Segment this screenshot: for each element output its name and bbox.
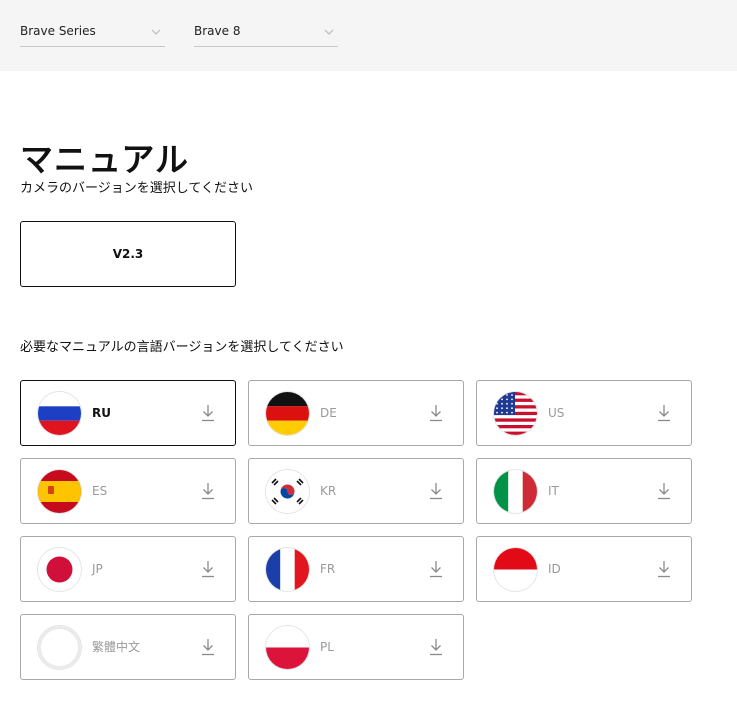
language-label: FR [320, 562, 336, 576]
series-select-value: Brave Series [20, 24, 96, 38]
model-select[interactable]: Brave 8 [194, 20, 338, 47]
download-icon[interactable] [429, 482, 443, 500]
indonesia-flag-icon [494, 548, 537, 591]
spain-flag-icon [38, 470, 81, 513]
language-label: ID [548, 562, 561, 576]
language-label: 繁體中文 [92, 640, 141, 654]
france-flag-icon [266, 548, 309, 591]
download-icon[interactable] [201, 404, 215, 422]
language-card[interactable]: RU [20, 380, 236, 446]
model-select-value: Brave 8 [194, 24, 241, 38]
version-label: V2.3 [112, 247, 144, 261]
version-button[interactable]: V2.3 [20, 221, 236, 287]
language-label: ES [92, 484, 108, 498]
blank-flag-icon [38, 626, 81, 669]
language-label: IT [548, 484, 559, 498]
chevron-down-icon [151, 29, 161, 35]
page-title: マニュアル [20, 140, 190, 179]
italy-flag-icon [494, 470, 537, 513]
language-card[interactable]: 繁體中文 [20, 614, 236, 680]
language-instruction: 必要なマニュアルの言語バージョンを選択してください [20, 340, 344, 355]
language-card[interactable]: US [476, 380, 692, 446]
download-icon[interactable] [657, 482, 671, 500]
version-instruction: カメラのバージョンを選択してください [20, 181, 253, 196]
language-card[interactable]: IT [476, 458, 692, 524]
download-icon[interactable] [429, 560, 443, 578]
download-icon[interactable] [429, 404, 443, 422]
language-card[interactable]: DE [248, 380, 464, 446]
download-icon[interactable] [657, 560, 671, 578]
download-icon[interactable] [429, 638, 443, 656]
poland-flag-icon [266, 626, 309, 669]
filter-bar: Brave Series Brave 8 [0, 0, 737, 71]
download-icon[interactable] [201, 560, 215, 578]
language-label: US [548, 406, 565, 420]
language-label: RU [92, 406, 111, 420]
language-card[interactable]: KR [248, 458, 464, 524]
language-card[interactable]: ID [476, 536, 692, 602]
language-label: KR [320, 484, 337, 498]
chevron-down-icon [324, 29, 334, 35]
language-card[interactable]: JP [20, 536, 236, 602]
usa-flag-icon [494, 392, 537, 435]
korea-flag-icon [266, 470, 309, 513]
language-label: DE [320, 406, 337, 420]
russia-flag-icon [38, 392, 81, 435]
germany-flag-icon [266, 392, 309, 435]
japan-flag-icon [38, 548, 81, 591]
download-icon[interactable] [201, 638, 215, 656]
download-icon[interactable] [657, 404, 671, 422]
language-label: JP [92, 562, 103, 576]
language-card[interactable]: PL [248, 614, 464, 680]
download-icon[interactable] [201, 482, 215, 500]
language-card[interactable]: ES [20, 458, 236, 524]
language-card[interactable]: FR [248, 536, 464, 602]
language-label: PL [320, 640, 334, 654]
series-select[interactable]: Brave Series [20, 20, 165, 47]
